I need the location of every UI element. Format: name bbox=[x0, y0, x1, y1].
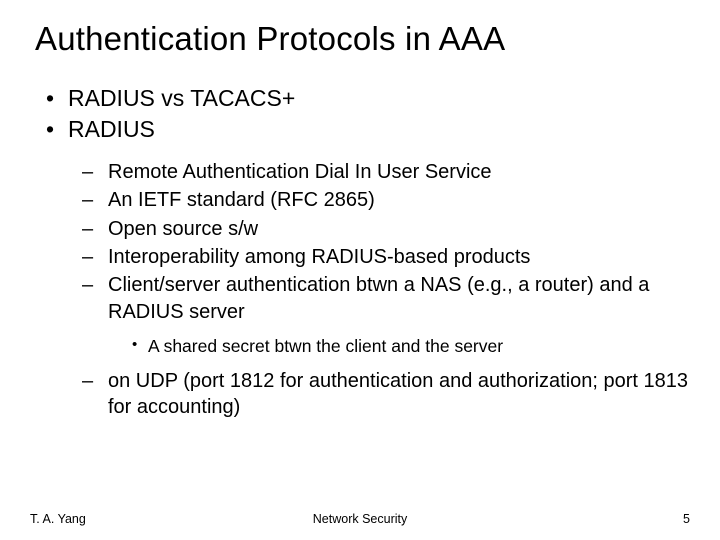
sub-bullet-item: Open source s/w bbox=[78, 216, 690, 242]
sub-bullet-item: on UDP (port 1812 for authentication and… bbox=[78, 368, 690, 421]
bullet-item: RADIUS vs TACACS+ bbox=[42, 84, 690, 113]
sub-bullet-item: Client/server authentication btwn a NAS … bbox=[78, 272, 690, 358]
footer-author: T. A. Yang bbox=[30, 512, 86, 526]
bullet-list-level1: RADIUS vs TACACS+ RADIUS Remote Authenti… bbox=[42, 84, 690, 421]
sub-bullet-item: An IETF standard (RFC 2865) bbox=[78, 187, 690, 213]
sub-bullet-text: Client/server authentication btwn a NAS … bbox=[108, 274, 649, 322]
sub-bullet-item: Remote Authentication Dial In User Servi… bbox=[78, 159, 690, 185]
bullet-list-level3: A shared secret btwn the client and the … bbox=[130, 335, 690, 358]
bullet-text: RADIUS bbox=[68, 116, 155, 142]
footer-page-number: 5 bbox=[683, 512, 690, 526]
bullet-list-level2: Remote Authentication Dial In User Servi… bbox=[78, 159, 690, 421]
footer-title: Network Security bbox=[313, 512, 407, 526]
sub-sub-bullet-item: A shared secret btwn the client and the … bbox=[130, 335, 690, 358]
bullet-item: RADIUS Remote Authentication Dial In Use… bbox=[42, 115, 690, 420]
slide-container: Authentication Protocols in AAA RADIUS v… bbox=[0, 0, 720, 540]
sub-bullet-item: Interoperability among RADIUS-based prod… bbox=[78, 244, 690, 270]
slide-footer: T. A. Yang Network Security 5 bbox=[30, 512, 690, 526]
slide-title: Authentication Protocols in AAA bbox=[35, 20, 690, 58]
